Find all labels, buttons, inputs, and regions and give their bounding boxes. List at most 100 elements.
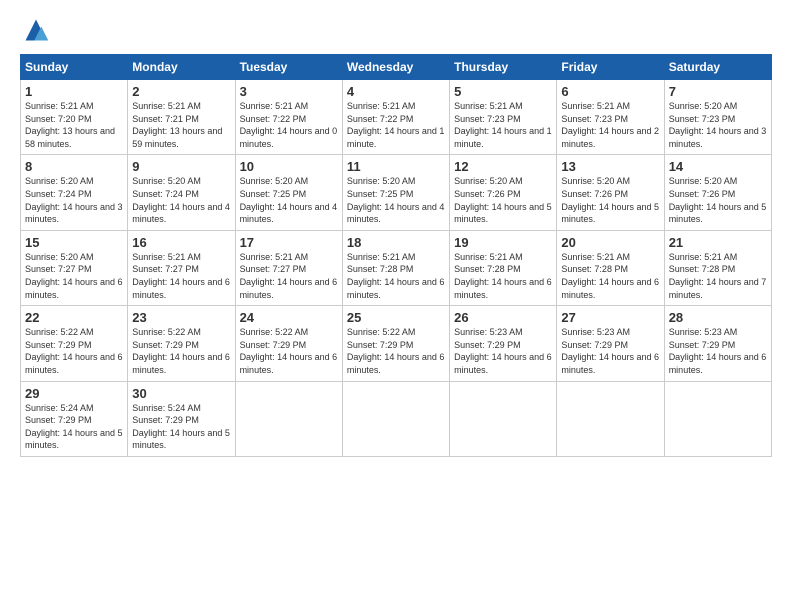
- calendar-body: 1Sunrise: 5:21 AMSunset: 7:20 PMDaylight…: [21, 80, 772, 457]
- cell-info: Sunrise: 5:20 AMSunset: 7:26 PMDaylight:…: [669, 175, 767, 225]
- day-number: 16: [132, 235, 230, 250]
- cell-info: Sunrise: 5:20 AMSunset: 7:24 PMDaylight:…: [132, 175, 230, 225]
- calendar-cell: [235, 381, 342, 456]
- calendar-cell: 19Sunrise: 5:21 AMSunset: 7:28 PMDayligh…: [450, 230, 557, 305]
- calendar-cell: 6Sunrise: 5:21 AMSunset: 7:23 PMDaylight…: [557, 80, 664, 155]
- cell-info: Sunrise: 5:21 AMSunset: 7:27 PMDaylight:…: [132, 251, 230, 301]
- weekday-header: Thursday: [450, 55, 557, 80]
- calendar-cell: 11Sunrise: 5:20 AMSunset: 7:25 PMDayligh…: [342, 155, 449, 230]
- cell-info: Sunrise: 5:20 AMSunset: 7:26 PMDaylight:…: [454, 175, 552, 225]
- calendar-cell: 3Sunrise: 5:21 AMSunset: 7:22 PMDaylight…: [235, 80, 342, 155]
- cell-info: Sunrise: 5:21 AMSunset: 7:23 PMDaylight:…: [454, 100, 552, 150]
- cell-info: Sunrise: 5:20 AMSunset: 7:23 PMDaylight:…: [669, 100, 767, 150]
- day-number: 1: [25, 84, 123, 99]
- cell-info: Sunrise: 5:21 AMSunset: 7:28 PMDaylight:…: [561, 251, 659, 301]
- calendar-cell: 26Sunrise: 5:23 AMSunset: 7:29 PMDayligh…: [450, 306, 557, 381]
- cell-info: Sunrise: 5:22 AMSunset: 7:29 PMDaylight:…: [132, 326, 230, 376]
- calendar-cell: 10Sunrise: 5:20 AMSunset: 7:25 PMDayligh…: [235, 155, 342, 230]
- cell-info: Sunrise: 5:21 AMSunset: 7:21 PMDaylight:…: [132, 100, 230, 150]
- calendar-cell: [342, 381, 449, 456]
- day-number: 26: [454, 310, 552, 325]
- header: [20, 16, 772, 44]
- calendar-cell: 7Sunrise: 5:20 AMSunset: 7:23 PMDaylight…: [664, 80, 771, 155]
- calendar-cell: 20Sunrise: 5:21 AMSunset: 7:28 PMDayligh…: [557, 230, 664, 305]
- cell-info: Sunrise: 5:20 AMSunset: 7:25 PMDaylight:…: [347, 175, 445, 225]
- cell-info: Sunrise: 5:22 AMSunset: 7:29 PMDaylight:…: [347, 326, 445, 376]
- calendar-week-row: 8Sunrise: 5:20 AMSunset: 7:24 PMDaylight…: [21, 155, 772, 230]
- weekday-header: Tuesday: [235, 55, 342, 80]
- cell-info: Sunrise: 5:22 AMSunset: 7:29 PMDaylight:…: [240, 326, 338, 376]
- cell-info: Sunrise: 5:20 AMSunset: 7:26 PMDaylight:…: [561, 175, 659, 225]
- calendar-week-row: 1Sunrise: 5:21 AMSunset: 7:20 PMDaylight…: [21, 80, 772, 155]
- logo-icon: [22, 16, 50, 44]
- cell-info: Sunrise: 5:21 AMSunset: 7:28 PMDaylight:…: [454, 251, 552, 301]
- day-number: 4: [347, 84, 445, 99]
- calendar-cell: [557, 381, 664, 456]
- cell-info: Sunrise: 5:21 AMSunset: 7:23 PMDaylight:…: [561, 100, 659, 150]
- calendar-cell: 9Sunrise: 5:20 AMSunset: 7:24 PMDaylight…: [128, 155, 235, 230]
- day-number: 19: [454, 235, 552, 250]
- calendar-cell: 2Sunrise: 5:21 AMSunset: 7:21 PMDaylight…: [128, 80, 235, 155]
- cell-info: Sunrise: 5:24 AMSunset: 7:29 PMDaylight:…: [132, 402, 230, 452]
- calendar-cell: [664, 381, 771, 456]
- cell-info: Sunrise: 5:21 AMSunset: 7:27 PMDaylight:…: [240, 251, 338, 301]
- cell-info: Sunrise: 5:20 AMSunset: 7:27 PMDaylight:…: [25, 251, 123, 301]
- cell-info: Sunrise: 5:21 AMSunset: 7:28 PMDaylight:…: [669, 251, 767, 301]
- day-number: 20: [561, 235, 659, 250]
- calendar-cell: 29Sunrise: 5:24 AMSunset: 7:29 PMDayligh…: [21, 381, 128, 456]
- cell-info: Sunrise: 5:21 AMSunset: 7:22 PMDaylight:…: [347, 100, 445, 150]
- calendar-cell: 23Sunrise: 5:22 AMSunset: 7:29 PMDayligh…: [128, 306, 235, 381]
- day-number: 23: [132, 310, 230, 325]
- calendar-table: SundayMondayTuesdayWednesdayThursdayFrid…: [20, 54, 772, 457]
- calendar-cell: 5Sunrise: 5:21 AMSunset: 7:23 PMDaylight…: [450, 80, 557, 155]
- cell-info: Sunrise: 5:23 AMSunset: 7:29 PMDaylight:…: [454, 326, 552, 376]
- calendar-cell: 12Sunrise: 5:20 AMSunset: 7:26 PMDayligh…: [450, 155, 557, 230]
- day-number: 28: [669, 310, 767, 325]
- cell-info: Sunrise: 5:21 AMSunset: 7:20 PMDaylight:…: [25, 100, 123, 150]
- day-number: 9: [132, 159, 230, 174]
- day-number: 27: [561, 310, 659, 325]
- calendar-cell: 18Sunrise: 5:21 AMSunset: 7:28 PMDayligh…: [342, 230, 449, 305]
- cell-info: Sunrise: 5:21 AMSunset: 7:22 PMDaylight:…: [240, 100, 338, 150]
- day-number: 11: [347, 159, 445, 174]
- day-number: 30: [132, 386, 230, 401]
- day-number: 14: [669, 159, 767, 174]
- weekday-header: Friday: [557, 55, 664, 80]
- header-row: SundayMondayTuesdayWednesdayThursdayFrid…: [21, 55, 772, 80]
- cell-info: Sunrise: 5:20 AMSunset: 7:24 PMDaylight:…: [25, 175, 123, 225]
- day-number: 25: [347, 310, 445, 325]
- calendar-cell: 21Sunrise: 5:21 AMSunset: 7:28 PMDayligh…: [664, 230, 771, 305]
- calendar-cell: 8Sunrise: 5:20 AMSunset: 7:24 PMDaylight…: [21, 155, 128, 230]
- calendar-cell: 15Sunrise: 5:20 AMSunset: 7:27 PMDayligh…: [21, 230, 128, 305]
- calendar-week-row: 29 Sunrise: 5:24 AMSunset: 7:29 PMDayligh…: [21, 381, 772, 456]
- calendar-cell: 28Sunrise: 5:23 AMSunset: 7:29 PMDayligh…: [664, 306, 771, 381]
- day-number: 8: [25, 159, 123, 174]
- day-number: 3: [240, 84, 338, 99]
- day-number: 12: [454, 159, 552, 174]
- day-number: 2: [132, 84, 230, 99]
- cell-info: Sunrise: 5:21 AMSunset: 7:28 PMDaylight:…: [347, 251, 445, 301]
- calendar-cell: 17Sunrise: 5:21 AMSunset: 7:27 PMDayligh…: [235, 230, 342, 305]
- day-number: 10: [240, 159, 338, 174]
- cell-info: Sunrise: 5:23 AMSunset: 7:29 PMDaylight:…: [561, 326, 659, 376]
- day-number: 21: [669, 235, 767, 250]
- calendar-cell: [450, 381, 557, 456]
- calendar-cell: 27Sunrise: 5:23 AMSunset: 7:29 PMDayligh…: [557, 306, 664, 381]
- cell-info: Sunrise: 5:23 AMSunset: 7:29 PMDaylight:…: [669, 326, 767, 376]
- logo: [20, 16, 50, 44]
- day-number: 29: [25, 386, 123, 401]
- day-number: 13: [561, 159, 659, 174]
- calendar-cell: 24Sunrise: 5:22 AMSunset: 7:29 PMDayligh…: [235, 306, 342, 381]
- day-number: 6: [561, 84, 659, 99]
- day-number: 24: [240, 310, 338, 325]
- calendar-week-row: 22 Sunrise: 5:22 AMSunset: 7:29 PMDayligh…: [21, 306, 772, 381]
- weekday-header: Monday: [128, 55, 235, 80]
- calendar-week-row: 15Sunrise: 5:20 AMSunset: 7:27 PMDayligh…: [21, 230, 772, 305]
- day-number: 18: [347, 235, 445, 250]
- day-number: 22: [25, 310, 123, 325]
- calendar-header: SundayMondayTuesdayWednesdayThursdayFrid…: [21, 55, 772, 80]
- weekday-header: Saturday: [664, 55, 771, 80]
- calendar-cell: 30Sunrise: 5:24 AMSunset: 7:29 PMDayligh…: [128, 381, 235, 456]
- calendar-cell: 13Sunrise: 5:20 AMSunset: 7:26 PMDayligh…: [557, 155, 664, 230]
- page: SundayMondayTuesdayWednesdayThursdayFrid…: [0, 0, 792, 612]
